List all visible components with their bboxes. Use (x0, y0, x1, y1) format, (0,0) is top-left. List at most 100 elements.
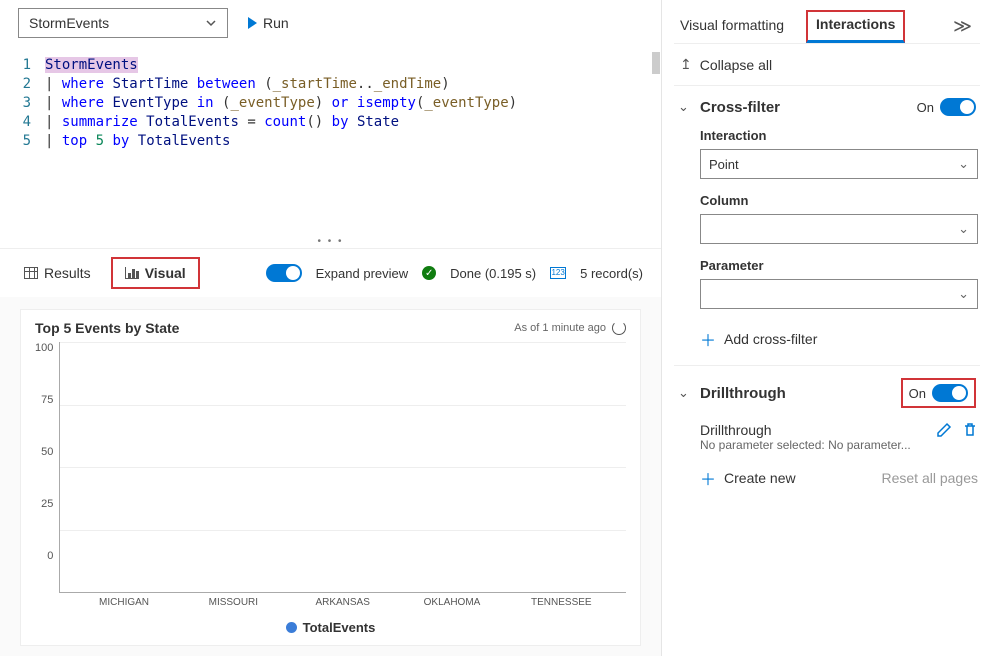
run-label: Run (263, 15, 289, 31)
code-token: where (62, 95, 104, 111)
y-tick: 75 (41, 394, 53, 406)
tab-label: Results (44, 265, 91, 281)
toggle-label: On (909, 386, 926, 401)
section-crossfilter: ⌄ Cross-filter On Interaction Point ⌄ Co… (674, 85, 980, 365)
collapse-all-button[interactable]: ↥ Collapse all (674, 44, 980, 85)
collapse-all-label: Collapse all (700, 57, 772, 73)
drillthrough-toggle[interactable] (932, 384, 968, 402)
chart-icon (125, 267, 139, 279)
code-token: by (332, 114, 349, 130)
more-tabs-icon[interactable]: ≫ (953, 16, 976, 37)
toggle-label: On (917, 100, 934, 115)
line-number: 5 (0, 132, 31, 151)
field-label-interaction: Interaction (676, 124, 978, 147)
expand-preview-label: Expand preview (316, 266, 409, 281)
tab-visual[interactable]: Visual (111, 257, 200, 289)
reset-pages-button[interactable]: Reset all pages (881, 470, 978, 486)
chevron-down-icon[interactable]: ⌄ (678, 99, 690, 115)
interaction-select[interactable]: Point ⌄ (700, 149, 978, 179)
y-tick: 100 (35, 342, 53, 354)
chevron-down-icon: ⌄ (958, 286, 969, 302)
plot-area[interactable] (59, 342, 626, 593)
create-drillthrough-button[interactable]: ＋ Create new Reset all pages (676, 458, 978, 494)
code-token: = (247, 114, 255, 130)
code-token: summarize (62, 114, 138, 130)
records-count: 5 record(s) (580, 266, 643, 281)
drillthrough-name: Drillthrough (700, 422, 936, 438)
add-crossfilter-button[interactable]: ＋ Add cross-filter (676, 319, 978, 355)
tab-visual-formatting[interactable]: Visual formatting (678, 11, 786, 43)
line-number: 2 (0, 75, 31, 94)
panel-tabs: Visual formatting Interactions ≫ (674, 0, 980, 44)
x-tick: TENNESSEE (516, 597, 606, 608)
code-editor[interactable]: 1 2 3 4 5 StormEvents | where StartTime … (0, 46, 661, 236)
field-label-parameter: Parameter (676, 254, 978, 277)
chart-card: Top 5 Events by State As of 1 minute ago… (20, 309, 641, 646)
code-token: by (112, 133, 129, 149)
code-token: _eventType (424, 95, 508, 111)
create-new-label: Create new (724, 470, 796, 486)
legend-dot-icon (286, 622, 297, 633)
code-token: or (332, 95, 349, 111)
status-ok-icon: ✓ (422, 266, 436, 280)
x-tick: OKLAHOMA (407, 597, 497, 608)
scrollbar-thumb[interactable] (652, 52, 660, 74)
code-token: _eventType (230, 95, 314, 111)
code-token: _endTime (374, 76, 441, 92)
add-crossfilter-label: Add cross-filter (724, 331, 817, 347)
line-number: 1 (0, 56, 31, 75)
tab-interactions[interactable]: Interactions (806, 10, 905, 43)
x-tick: ARKANSAS (298, 597, 388, 608)
legend-label: TotalEvents (303, 620, 376, 635)
chart-asof: As of 1 minute ago (514, 322, 606, 334)
chart-body: 100 75 50 25 0 MICHIGANMISSOURIARKANSASO… (35, 342, 626, 608)
code-token: StartTime (112, 76, 188, 92)
code-token: TotalEvents (146, 114, 239, 130)
y-tick: 0 (47, 550, 53, 562)
section-title: Drillthrough (700, 385, 891, 402)
editor-content[interactable]: StormEvents | where StartTime between (_… (45, 56, 661, 226)
table-icon (24, 267, 38, 279)
code-token: count (264, 114, 306, 130)
x-axis: MICHIGANMISSOURIARKANSASOKLAHOMATENNESSE… (59, 593, 626, 608)
code-token: .. (357, 76, 374, 92)
database-select[interactable]: StormEvents (18, 8, 228, 38)
y-tick: 50 (41, 446, 53, 458)
chevron-down-icon: ⌄ (958, 156, 969, 172)
code-token: top (62, 133, 87, 149)
line-number: 4 (0, 113, 31, 132)
code-token: 5 (96, 133, 104, 149)
chevron-down-icon[interactable]: ⌄ (678, 385, 690, 401)
run-button[interactable]: Run (238, 11, 299, 35)
chart-legend: TotalEvents (35, 620, 626, 635)
crossfilter-toggle[interactable] (940, 98, 976, 116)
resize-handle[interactable]: • • • (0, 236, 661, 248)
plus-icon: ＋ (700, 466, 716, 490)
code-token: TotalEvents (138, 133, 231, 149)
delete-button[interactable] (962, 422, 978, 441)
code-token: in (197, 95, 214, 111)
database-select-value: StormEvents (29, 15, 109, 31)
drillthrough-item[interactable]: Drillthrough No parameter selected: No p… (700, 416, 978, 458)
y-axis: 100 75 50 25 0 (35, 342, 59, 582)
tab-label: Visual (145, 265, 186, 281)
toolbar: StormEvents Run (0, 0, 661, 46)
code-token: where (62, 76, 104, 92)
column-select[interactable]: ⌄ (700, 214, 978, 244)
expand-preview-toggle[interactable] (266, 264, 302, 282)
field-label-column: Column (676, 189, 978, 212)
section-drillthrough: ⌄ Drillthrough On Drillthrough No parame… (674, 365, 980, 504)
code-token: State (357, 114, 399, 130)
dropdown-value: Point (709, 157, 739, 172)
parameter-select[interactable]: ⌄ (700, 279, 978, 309)
status-text: Done (0.195 s) (450, 266, 536, 281)
y-tick: 25 (41, 498, 53, 510)
edit-button[interactable] (936, 422, 952, 441)
play-icon (248, 17, 257, 29)
collapse-icon: ↥ (680, 56, 692, 73)
refresh-icon[interactable] (612, 321, 626, 335)
drillthrough-desc: No parameter selected: No parameter... (700, 438, 936, 452)
line-number: 3 (0, 94, 31, 113)
tab-results[interactable]: Results (18, 261, 97, 285)
chevron-down-icon: ⌄ (958, 221, 969, 237)
